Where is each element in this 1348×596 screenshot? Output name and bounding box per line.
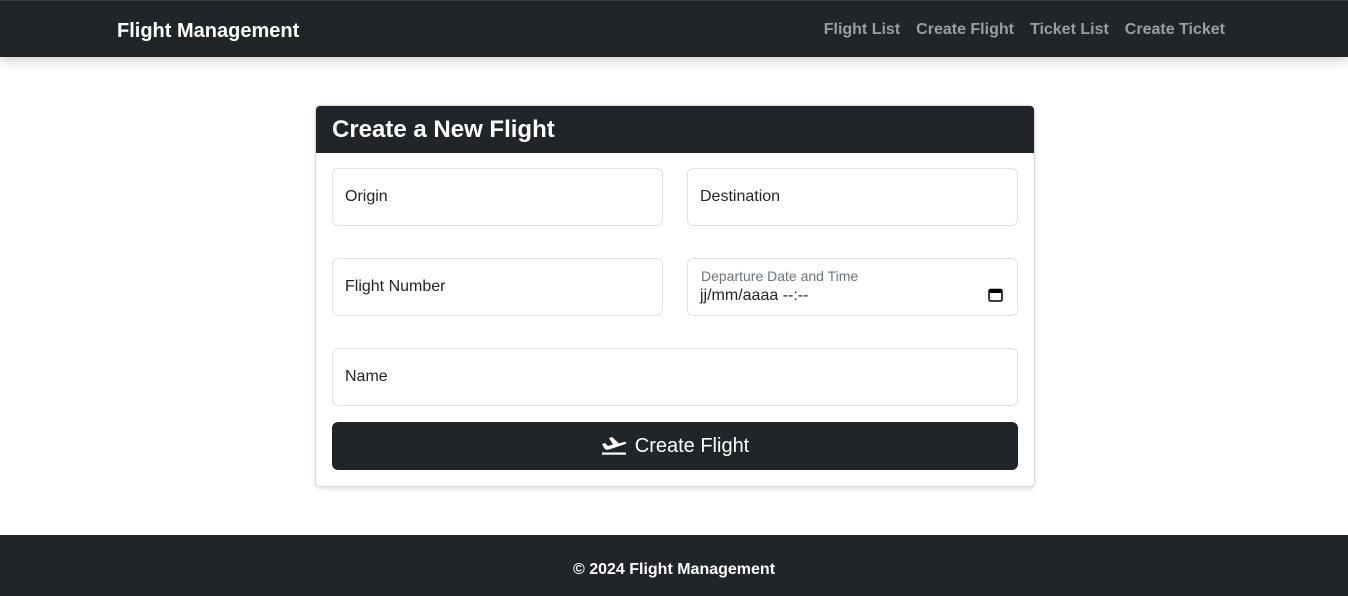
- origin-field: [332, 168, 663, 226]
- departure-label: Departure Date and Time: [701, 268, 859, 284]
- brand-link[interactable]: Flight Management: [117, 19, 299, 43]
- footer-copyright: © 2024 Flight Management: [572, 561, 776, 578]
- departure-value: jj/mm/aaaa --:--: [700, 287, 809, 304]
- origin-input[interactable]: [333, 169, 662, 225]
- name-input[interactable]: [333, 349, 1017, 405]
- nav-links: Flight List Create Flight Ticket List Cr…: [824, 20, 1225, 40]
- name-field: [332, 348, 1018, 406]
- nav-link-create-ticket[interactable]: Create Ticket: [1125, 20, 1225, 40]
- navbar: Flight Management Flight List Create Fli…: [0, 0, 1348, 57]
- calendar-icon[interactable]: [988, 288, 1003, 302]
- create-flight-button-label: Create Flight: [634, 434, 750, 457]
- footer: © 2024 Flight Management: [0, 535, 1348, 596]
- flight-number-field: [332, 258, 663, 316]
- card-title: Create a New Flight: [316, 106, 1034, 153]
- destination-field: [687, 168, 1018, 226]
- departure-datetime-input[interactable]: Departure Date and Time jj/mm/aaaa --:--: [687, 258, 1018, 316]
- plane-departure-icon: [601, 437, 626, 455]
- flight-number-input[interactable]: [333, 259, 662, 315]
- create-flight-card: Create a New Flight Departure Date and T…: [315, 105, 1035, 487]
- nav-link-create-flight[interactable]: Create Flight: [916, 20, 1014, 40]
- create-flight-button[interactable]: Create Flight: [332, 422, 1018, 470]
- nav-link-flight-list[interactable]: Flight List: [824, 20, 900, 40]
- destination-input[interactable]: [688, 169, 1017, 225]
- nav-link-ticket-list[interactable]: Ticket List: [1030, 20, 1109, 40]
